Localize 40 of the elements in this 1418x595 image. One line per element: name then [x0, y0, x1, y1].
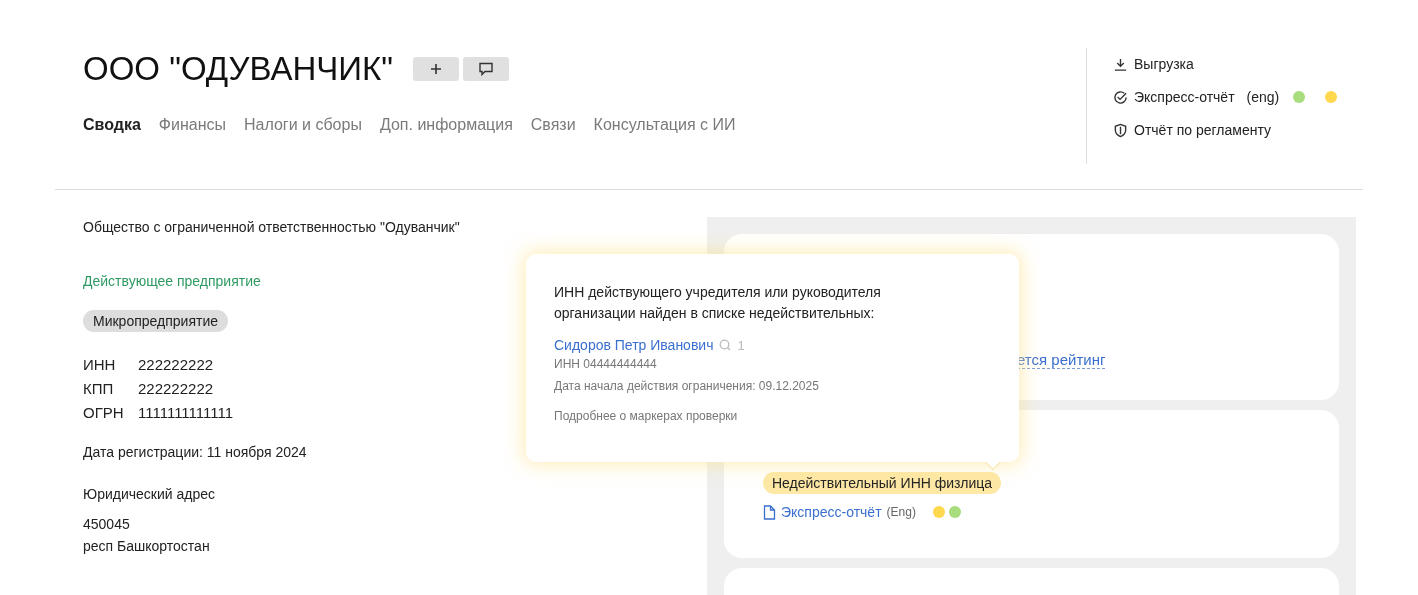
add-button[interactable] [412, 57, 459, 81]
identifier-label: ИНН [83, 356, 117, 373]
comment-button[interactable] [462, 57, 509, 81]
action-link[interactable]: Отчёт по регламенту [1113, 122, 1363, 138]
comment-icon [477, 62, 494, 76]
restriction-date: Дата начала действия ограничения: 09.12.2025 [554, 379, 820, 393]
address-line: 450045 [83, 515, 131, 534]
registration-date: Дата регистрации: 11 ноября 2024 [83, 443, 308, 462]
identifier-label: КПП [83, 380, 115, 397]
tab[interactable]: Доп. информация [379, 116, 513, 134]
tab[interactable]: Налоги и сборы [244, 116, 362, 134]
identifier-value: 222222222 [138, 356, 215, 373]
action-link[interactable]: Экспресс-отчёт (eng) [1113, 89, 1363, 105]
shield-icon [1113, 122, 1128, 138]
address-line: респ Башкортостан [83, 537, 211, 556]
tab[interactable]: Консультация с ИИ [593, 116, 736, 134]
identifier-value: 222222222 [138, 380, 215, 397]
search-icon [719, 339, 732, 351]
category-tag: Микропредприятие [83, 310, 228, 332]
more-link[interactable]: Подробнее о маркерах проверки [554, 409, 991, 423]
plus-icon [429, 63, 442, 75]
company-full-name: Общество с ограниченной ответственностью "Одуванчик" [83, 218, 461, 237]
company-title: ООО "ОДУВАНЧИК" [83, 50, 393, 88]
document-icon [763, 504, 776, 520]
language-label: (Eng) [886, 505, 916, 519]
identifier-label: ОГРН [83, 404, 125, 421]
express-report-link[interactable]: Экспресс-отчёт [781, 504, 882, 520]
action-link[interactable]: Выгрузка [1113, 56, 1363, 72]
identifier-value: 1111111111111 [138, 404, 234, 421]
tab[interactable]: Связи [530, 116, 576, 134]
person-link[interactable]: Сидоров Петр Иванович [554, 337, 714, 353]
popover-message: ИНН действующего учредителя или руководителя организации найден в списке недействительных: [554, 283, 882, 323]
download-icon [1113, 56, 1128, 72]
address-label: Юридический адрес [83, 485, 216, 504]
tab[interactable]: Сводка [83, 116, 141, 134]
tab[interactable]: Финансы [158, 116, 226, 134]
person-inn: ИНН 04444444444 [554, 357, 658, 371]
search-count: 1 [737, 337, 745, 353]
check-circle-icon [1113, 89, 1128, 105]
marker-badge: Недействительный ИНН физлица [763, 472, 1002, 494]
